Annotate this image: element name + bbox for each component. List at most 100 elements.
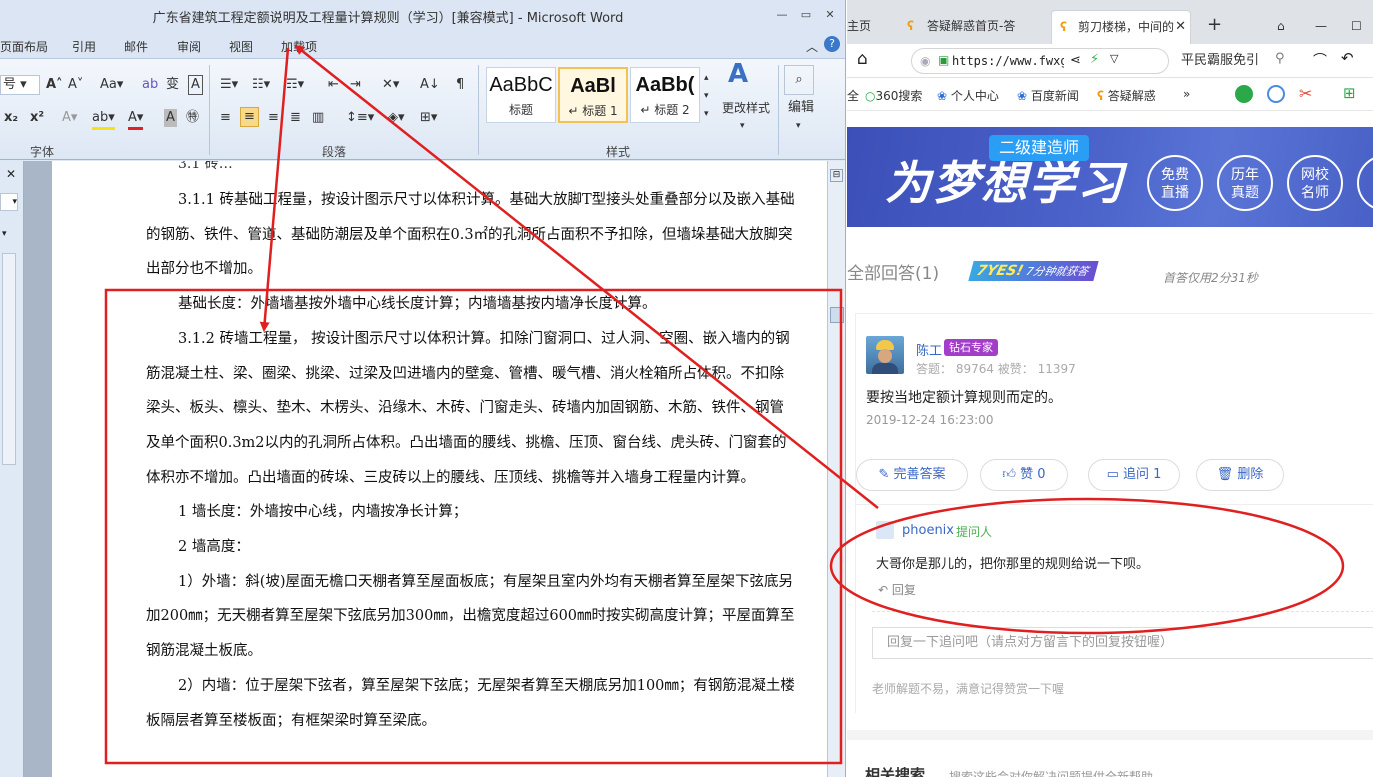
chinese-layout-icon[interactable]: ✕▾ bbox=[382, 76, 399, 94]
extension-icon[interactable]: ⊞ bbox=[1343, 84, 1356, 102]
undo-icon[interactable]: ↶ bbox=[1341, 49, 1354, 67]
char-border-icon[interactable]: A bbox=[188, 75, 203, 95]
expert-name[interactable]: 陈工 bbox=[916, 340, 942, 359]
bookmarks-more[interactable]: » bbox=[1183, 87, 1190, 101]
wechat-icon[interactable] bbox=[1235, 85, 1253, 103]
bolt-icon[interactable]: ⚡ bbox=[1090, 52, 1099, 67]
bookmark-baidu-news[interactable]: ❀ 百度新闻 bbox=[1017, 87, 1079, 104]
styles-scroll-icon[interactable]: ▴ ▾ ▾ bbox=[704, 69, 709, 123]
style-title[interactable]: AaBbC 标题 bbox=[486, 67, 556, 123]
minimize-button[interactable]: — bbox=[774, 8, 790, 22]
like-button[interactable]: 👍︎ 赞 0 bbox=[980, 459, 1068, 491]
search-icon[interactable]: ⚲ bbox=[1275, 51, 1285, 66]
show-marks-icon[interactable]: ¶ bbox=[456, 76, 464, 94]
banner-free-live[interactable]: 免费 直播 bbox=[1147, 155, 1203, 211]
subscript-icon[interactable]: x₂ bbox=[4, 109, 18, 127]
chevron-down-icon[interactable]: ▽ bbox=[1110, 52, 1118, 65]
share-icon[interactable]: ⋖ bbox=[1070, 53, 1081, 68]
align-left-icon[interactable]: ≡ bbox=[220, 109, 231, 127]
tab-add-ins[interactable]: 加载项 bbox=[281, 38, 317, 55]
follow-up-button[interactable]: ▭ 追问 1 bbox=[1088, 459, 1180, 491]
change-case-icon[interactable]: Aa▾ bbox=[100, 76, 123, 94]
window-title: 广东省建筑工程定额说明及工程量计算规则（学习）[兼容模式] - Microsof… bbox=[152, 11, 624, 26]
change-styles-icon[interactable]: A bbox=[728, 61, 748, 87]
ad-banner[interactable]: 为梦想学习 二级建造师 免费 直播 历年 真题 网校 名师 bbox=[847, 127, 1373, 227]
decrease-indent-icon[interactable]: ⇤ bbox=[328, 76, 339, 94]
bookmark-user-center[interactable]: ❀ 个人中心 bbox=[937, 87, 999, 104]
close-pane-icon[interactable]: ✕ bbox=[6, 167, 16, 181]
scissors-icon[interactable]: ✂ bbox=[1299, 84, 1312, 103]
delete-button[interactable]: 🗑︎ 删除 bbox=[1196, 459, 1284, 491]
bullets-icon[interactable]: ☰▾ bbox=[220, 76, 238, 94]
phonetic-guide-icon[interactable]: 变 bbox=[166, 76, 179, 94]
help-icon[interactable]: ? bbox=[824, 36, 840, 52]
font-color-icon[interactable]: A▾ bbox=[128, 109, 144, 130]
style-heading-2[interactable]: AaBb( ↵ 标题 2 bbox=[630, 67, 700, 123]
tab-list-icon[interactable]: ⌂ bbox=[1277, 10, 1293, 44]
avatar[interactable] bbox=[866, 336, 904, 374]
minimize-button[interactable]: — bbox=[1315, 10, 1331, 44]
enclose-char-icon[interactable]: ㊕ bbox=[186, 109, 199, 127]
shading-icon[interactable]: ◈▾ bbox=[388, 109, 405, 127]
maximize-button[interactable]: ☐ bbox=[1351, 10, 1367, 44]
asker-name[interactable]: phoenix bbox=[902, 523, 954, 538]
clear-format-icon[interactable]: ab bbox=[142, 76, 158, 94]
font-size-select[interactable]: 号 ▾ bbox=[0, 75, 40, 95]
edit-label[interactable]: 编辑 bbox=[788, 99, 814, 117]
url-input[interactable]: ◉ ▣ https://www.fwxgx.c ⋖ ⚡ ▽ bbox=[911, 48, 1169, 74]
distributed-icon[interactable]: ▥ bbox=[312, 109, 324, 127]
scrollbar-thumb[interactable] bbox=[830, 307, 844, 323]
close-tab-icon[interactable]: ✕ bbox=[1175, 11, 1186, 43]
align-center-icon[interactable]: ≡ bbox=[240, 107, 259, 127]
banner-teachers[interactable]: 网校 名师 bbox=[1287, 155, 1343, 211]
tab-qa-home[interactable]: ʕ 答疑解惑首页-答 bbox=[899, 10, 1049, 44]
bookmark-item[interactable]: 全 bbox=[847, 87, 859, 104]
minus-circle-icon[interactable] bbox=[1267, 85, 1285, 103]
borders-icon[interactable]: ⊞▾ bbox=[420, 109, 437, 127]
style-heading-1[interactable]: AaBl ↵ 标题 1 bbox=[558, 67, 628, 123]
superscript-icon[interactable]: x² bbox=[30, 109, 44, 127]
headset-icon[interactable]: ⌒ bbox=[1313, 50, 1327, 70]
numbering-icon[interactable]: ☷▾ bbox=[252, 76, 270, 94]
banner-more[interactable] bbox=[1357, 155, 1373, 211]
tab-active-question[interactable]: ʕ 剪刀楼梯，中间的 ✕ bbox=[1051, 10, 1191, 44]
increase-indent-icon[interactable]: ⇥ bbox=[350, 76, 361, 94]
search-input[interactable]: 平民霸服免引 bbox=[1181, 49, 1281, 73]
line-spacing-icon[interactable]: ↕≡▾ bbox=[346, 109, 374, 127]
maximize-button[interactable]: ▭ bbox=[798, 8, 814, 22]
justify-icon[interactable]: ≣ bbox=[290, 109, 301, 127]
tab-home[interactable]: 主页 bbox=[847, 10, 881, 44]
vertical-scrollbar[interactable]: ⊟ bbox=[827, 161, 845, 777]
tab-view[interactable]: 视图 bbox=[229, 38, 253, 55]
reply-input[interactable]: 回复一下追问吧（请点对方留言下的回复按钮喔） bbox=[872, 627, 1373, 659]
shrink-font-icon[interactable]: A˅ bbox=[68, 76, 83, 94]
improve-answer-button[interactable]: ✎ 完善答案 bbox=[856, 459, 968, 491]
pane-dropdown[interactable]: ▾ bbox=[0, 193, 18, 211]
banner-past-exams[interactable]: 历年 真题 bbox=[1217, 155, 1273, 211]
grow-font-icon[interactable]: A˄ bbox=[46, 76, 63, 94]
char-shading-icon[interactable]: A bbox=[164, 109, 177, 127]
tab-review[interactable]: 审阅 bbox=[177, 38, 201, 55]
reply-link[interactable]: ↶ 回复 bbox=[878, 581, 916, 598]
tab-mailings[interactable]: 邮件 bbox=[124, 38, 148, 55]
text-effects-icon[interactable]: A▾ bbox=[62, 109, 77, 127]
multilevel-list-icon[interactable]: ☶▾ bbox=[286, 76, 304, 94]
ruler-toggle-icon[interactable]: ⊟ bbox=[830, 169, 843, 182]
binoculars-icon[interactable]: ⌕ bbox=[784, 65, 814, 95]
bookmark-qa[interactable]: ʕ 答疑解惑 bbox=[1097, 87, 1156, 104]
separator bbox=[778, 65, 779, 155]
new-tab-icon[interactable]: + bbox=[1207, 10, 1227, 44]
change-styles-label[interactable]: 更改样式 bbox=[722, 99, 770, 117]
chevron-down-icon[interactable]: ▾ bbox=[2, 229, 7, 239]
tab-page-layout[interactable]: 页面布局 bbox=[0, 38, 48, 55]
document-text[interactable]: 3.1.1 砖基础工程量，按设计图示尺寸以体积计算。基础大放脚T型接头处重叠部分… bbox=[146, 183, 798, 738]
collapse-ribbon-icon[interactable]: ︿ bbox=[806, 38, 818, 55]
align-right-icon[interactable]: ≡ bbox=[268, 109, 279, 127]
sort-icon[interactable]: A↓ bbox=[420, 76, 440, 94]
pane-scrollbar[interactable] bbox=[2, 253, 16, 465]
highlight-icon[interactable]: ab▾ bbox=[92, 109, 115, 130]
close-button[interactable]: ✕ bbox=[822, 8, 838, 22]
home-icon[interactable]: ⌂ bbox=[857, 49, 868, 69]
tab-references[interactable]: 引用 bbox=[72, 38, 96, 55]
bookmark-360-search[interactable]: ○360搜索 bbox=[865, 87, 922, 104]
